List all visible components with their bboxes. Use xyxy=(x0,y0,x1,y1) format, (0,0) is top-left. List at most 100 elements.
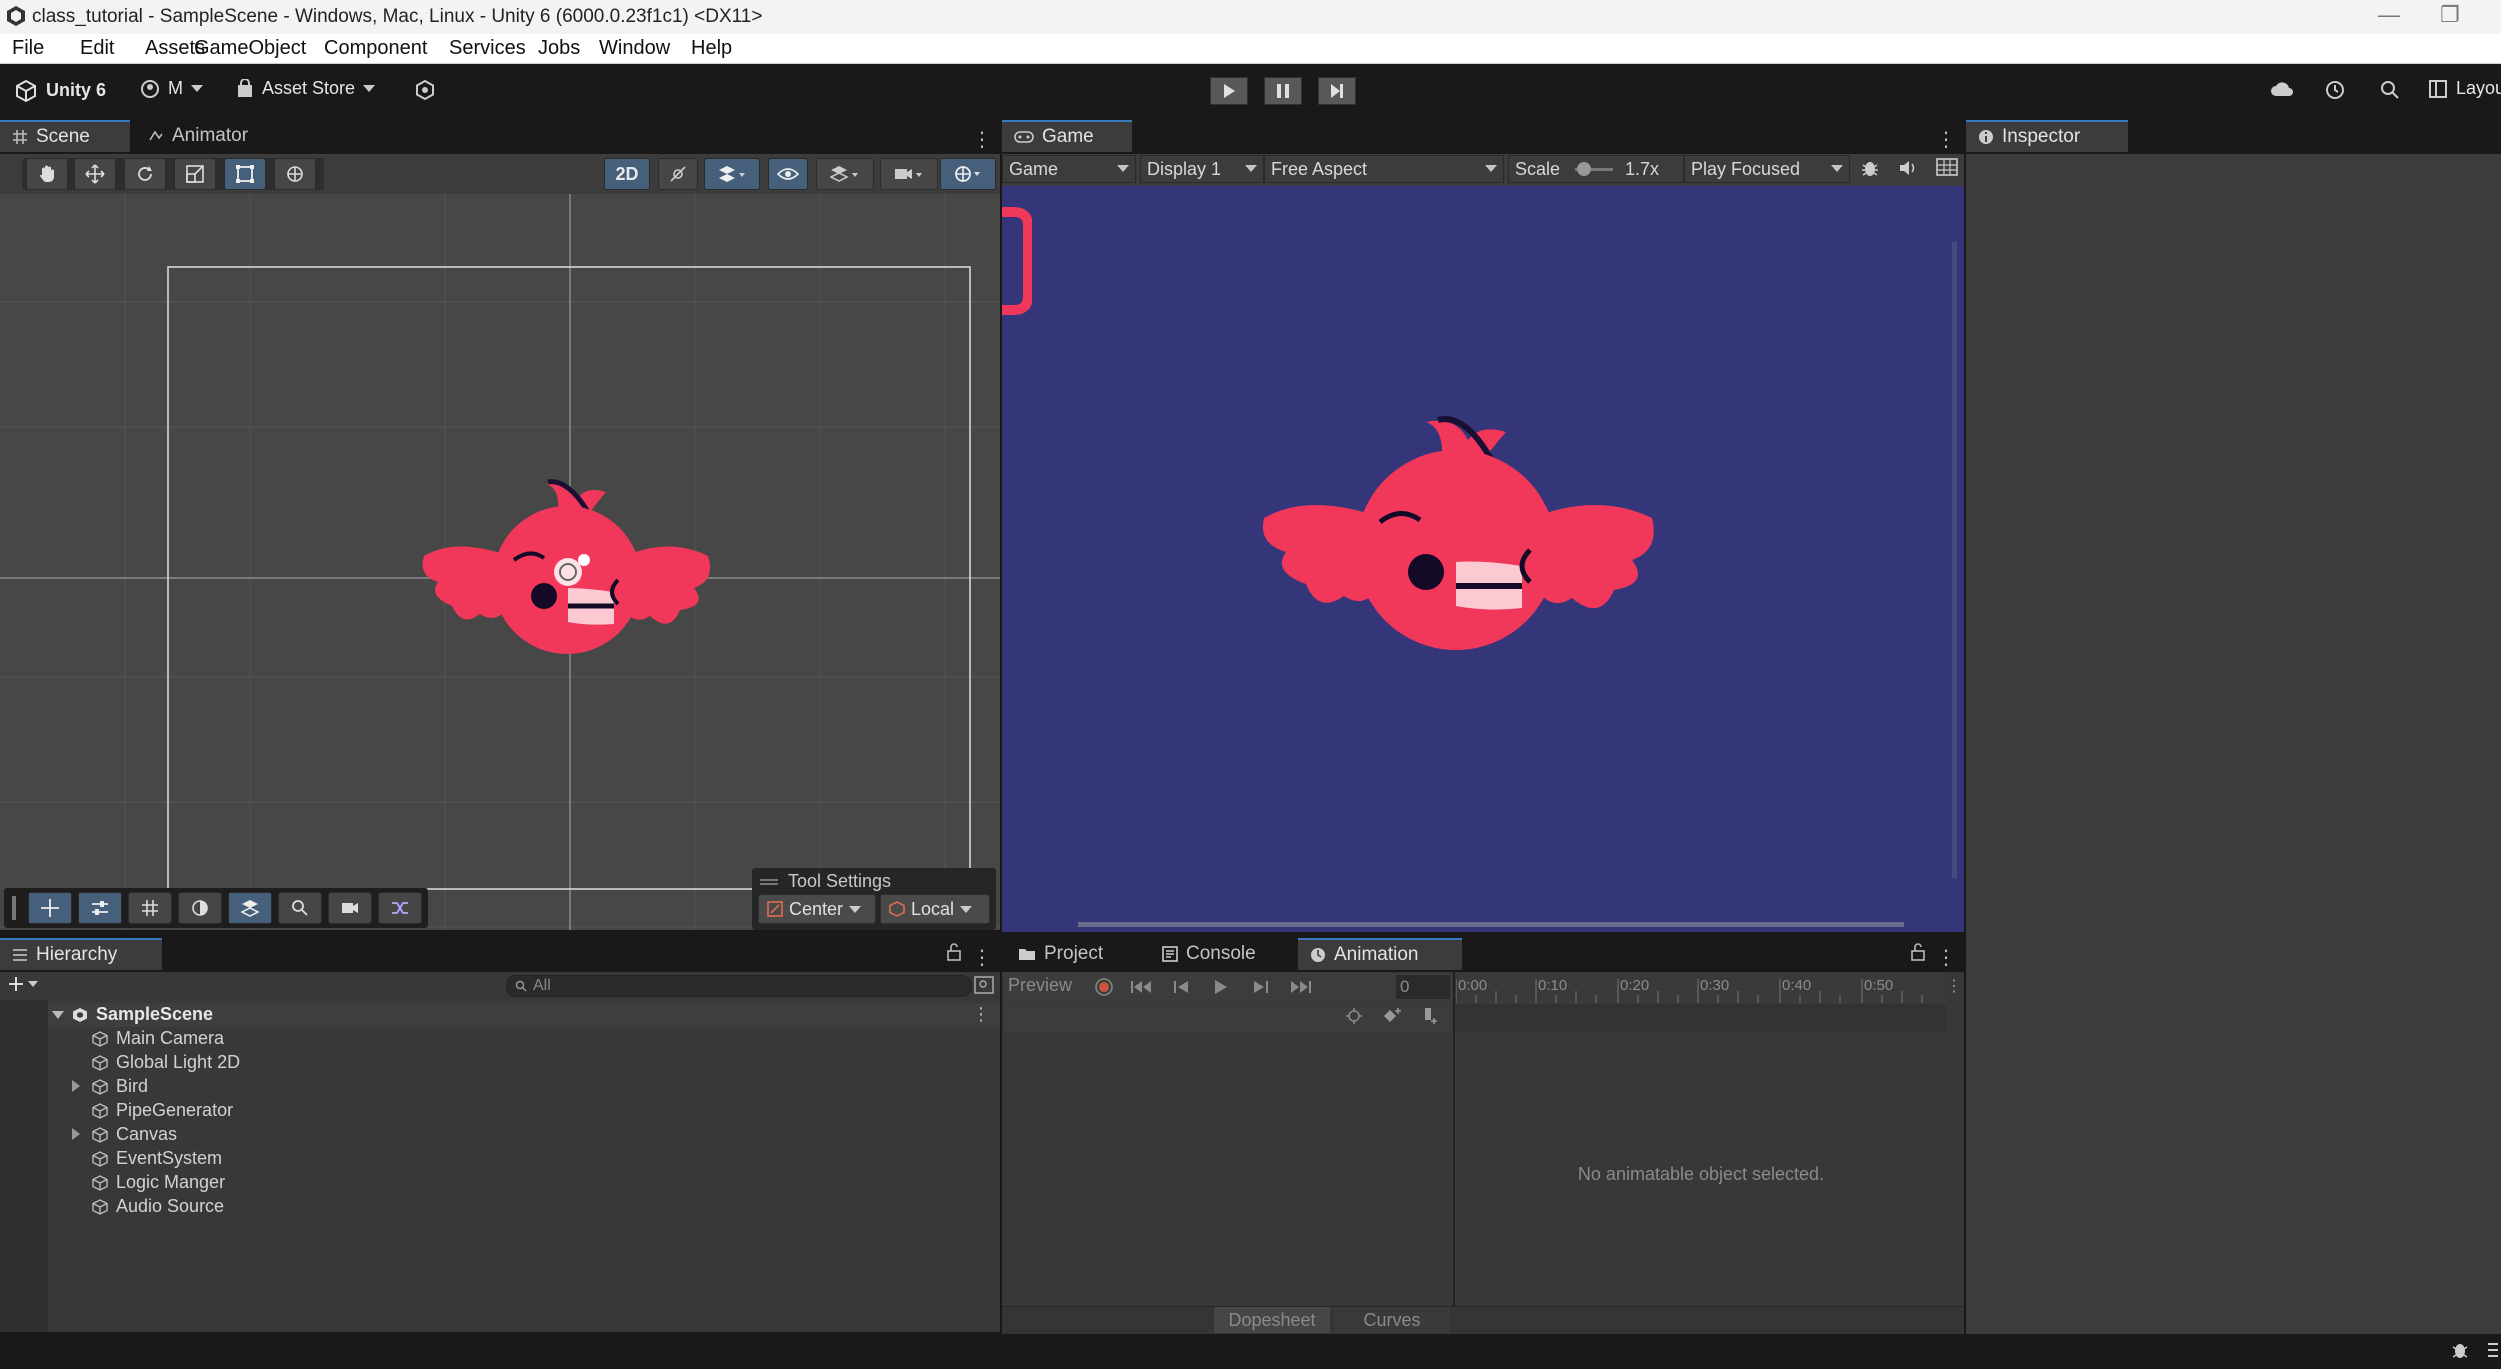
menu-gameobject[interactable]: GameObject xyxy=(194,37,306,60)
frame-input[interactable]: 0 xyxy=(1396,975,1450,999)
scene-viewport[interactable] xyxy=(0,194,1000,930)
play-button[interactable] xyxy=(1210,77,1248,105)
aspect-dropdown[interactable]: Free Aspect xyxy=(1264,155,1504,183)
status-extra-icon[interactable] xyxy=(2486,1340,2500,1360)
timeline-ruler[interactable]: 0:00 0:10 0:20 0:30 0:40 0:50 xyxy=(1456,973,1946,1003)
record-icon[interactable] xyxy=(1094,977,1114,997)
search-icon[interactable] xyxy=(2380,80,2400,100)
lock-icon[interactable] xyxy=(946,942,962,962)
overlay-search-button[interactable] xyxy=(278,892,322,924)
tab-scene[interactable]: Scene xyxy=(0,120,130,152)
account-button[interactable]: M xyxy=(140,78,203,99)
tab-game[interactable]: Game xyxy=(1002,120,1132,152)
overlay-orientation-button[interactable] xyxy=(178,892,222,924)
pivot-dropdown[interactable]: Center xyxy=(758,894,876,924)
hierarchy-item[interactable]: Main Camera xyxy=(78,1028,224,1049)
scale-tool-button[interactable] xyxy=(174,158,216,190)
menu-help[interactable]: Help xyxy=(691,37,732,60)
effects-dropdown[interactable] xyxy=(704,158,760,190)
overlay-camera-button[interactable] xyxy=(328,892,372,924)
filter-icon[interactable] xyxy=(1344,1006,1364,1026)
scene-more-icon[interactable]: ⋮ xyxy=(972,1004,990,1025)
menu-component[interactable]: Component xyxy=(324,37,427,60)
rect-tool-button[interactable] xyxy=(224,158,266,190)
lock-icon[interactable] xyxy=(1910,942,1926,962)
menu-jobs[interactable]: Jobs xyxy=(538,37,580,60)
version-control-icon[interactable] xyxy=(414,79,436,101)
overlay-snap-button[interactable] xyxy=(78,892,122,924)
collapsed-triangle-icon[interactable] xyxy=(72,1080,80,1092)
overlay-grip-icon[interactable] xyxy=(12,896,16,920)
toggle-2d-button[interactable]: 2D xyxy=(604,158,650,190)
overlay-layers-button[interactable] xyxy=(228,892,272,924)
tab-project[interactable]: Project xyxy=(1006,938,1115,970)
history-icon[interactable] xyxy=(2324,79,2346,101)
hierarchy-item[interactable]: Logic Manger xyxy=(78,1172,225,1193)
game-vertical-scrollbar[interactable] xyxy=(1952,242,1957,878)
cloud-icon[interactable] xyxy=(2270,80,2294,98)
game-view-dropdown[interactable]: Game xyxy=(1002,155,1136,183)
game-horizontal-scrollbar[interactable] xyxy=(1078,922,1904,927)
overlay-move-button[interactable] xyxy=(28,892,72,924)
last-frame-icon[interactable] xyxy=(1288,979,1312,995)
hierarchy-more-icon[interactable]: ⋮ xyxy=(972,945,992,970)
create-button[interactable] xyxy=(8,976,38,992)
first-frame-icon[interactable] xyxy=(1130,979,1154,995)
next-frame-icon[interactable] xyxy=(1250,979,1270,995)
space-dropdown[interactable]: Local xyxy=(880,894,990,924)
prev-frame-icon[interactable] xyxy=(1172,979,1192,995)
hierarchy-item[interactable]: PipeGenerator xyxy=(78,1100,233,1121)
stats-icon[interactable] xyxy=(1936,158,1958,176)
tab-inspector[interactable]: Inspector xyxy=(1966,120,2128,152)
preview-button[interactable]: Preview xyxy=(1008,975,1082,999)
debug-status-icon[interactable] xyxy=(2450,1340,2470,1360)
event-track[interactable] xyxy=(1456,1004,1946,1032)
hierarchy-item[interactable]: EventSystem xyxy=(78,1148,222,1169)
tab-hierarchy[interactable]: Hierarchy xyxy=(0,938,162,970)
add-keyframe-icon[interactable] xyxy=(1382,1006,1402,1026)
bug-icon[interactable] xyxy=(1860,158,1880,178)
layers-dropdown[interactable] xyxy=(816,158,874,190)
scene-more-icon[interactable]: ⋮ xyxy=(972,127,992,152)
dopesheet-button[interactable]: Dopesheet xyxy=(1214,1307,1330,1333)
hierarchy-item[interactable]: Global Light 2D xyxy=(78,1052,240,1073)
collapsed-triangle-icon[interactable] xyxy=(72,1128,80,1140)
game-viewport[interactable] xyxy=(1002,186,1964,932)
scale-slider-thumb[interactable] xyxy=(1577,162,1591,176)
rotate-tool-button[interactable] xyxy=(124,158,166,190)
hierarchy-search-input[interactable]: All xyxy=(506,975,972,997)
restore-icon[interactable]: ❐ xyxy=(2440,2,2460,28)
hand-tool-button[interactable] xyxy=(26,158,68,190)
menu-window[interactable]: Window xyxy=(599,37,670,60)
layout-dropdown[interactable]: Layou xyxy=(2428,78,2501,99)
tab-console[interactable]: Console xyxy=(1150,938,1268,970)
audio-icon[interactable] xyxy=(1898,158,1918,178)
search-options-icon[interactable] xyxy=(974,976,994,994)
curves-button[interactable]: Curves xyxy=(1334,1307,1450,1333)
minimize-icon[interactable]: — xyxy=(2378,2,2400,28)
tab-animator[interactable]: Animator xyxy=(136,120,260,152)
overlay-shuffle-button[interactable] xyxy=(378,892,422,924)
game-more-icon[interactable]: ⋮ xyxy=(1936,127,1956,152)
menu-services[interactable]: Services xyxy=(449,37,526,60)
scene-root-item[interactable]: SampleScene xyxy=(52,1004,213,1025)
hierarchy-item[interactable]: Audio Source xyxy=(78,1196,224,1217)
pause-button[interactable] xyxy=(1264,77,1302,105)
play-anim-icon[interactable] xyxy=(1212,979,1230,995)
step-button[interactable] xyxy=(1318,77,1356,105)
lighting-toggle-button[interactable] xyxy=(658,158,698,190)
move-tool-button[interactable] xyxy=(74,158,116,190)
add-event-icon[interactable] xyxy=(1420,1006,1440,1026)
timeline-more-icon[interactable]: ⋮ xyxy=(1946,976,1962,996)
menu-file[interactable]: File xyxy=(12,37,44,60)
asset-store-button[interactable]: Asset Store xyxy=(236,78,376,99)
display-dropdown[interactable]: Display 1 xyxy=(1140,155,1264,183)
visibility-button[interactable] xyxy=(768,158,808,190)
hierarchy-item[interactable]: Canvas xyxy=(72,1124,177,1145)
gizmos-dropdown[interactable] xyxy=(940,158,996,190)
tab-animation[interactable]: Animation xyxy=(1298,938,1462,970)
menu-edit[interactable]: Edit xyxy=(80,37,114,60)
hierarchy-item[interactable]: Bird xyxy=(72,1076,148,1097)
transform-tool-button[interactable] xyxy=(274,158,316,190)
camera-dropdown[interactable] xyxy=(880,158,938,190)
